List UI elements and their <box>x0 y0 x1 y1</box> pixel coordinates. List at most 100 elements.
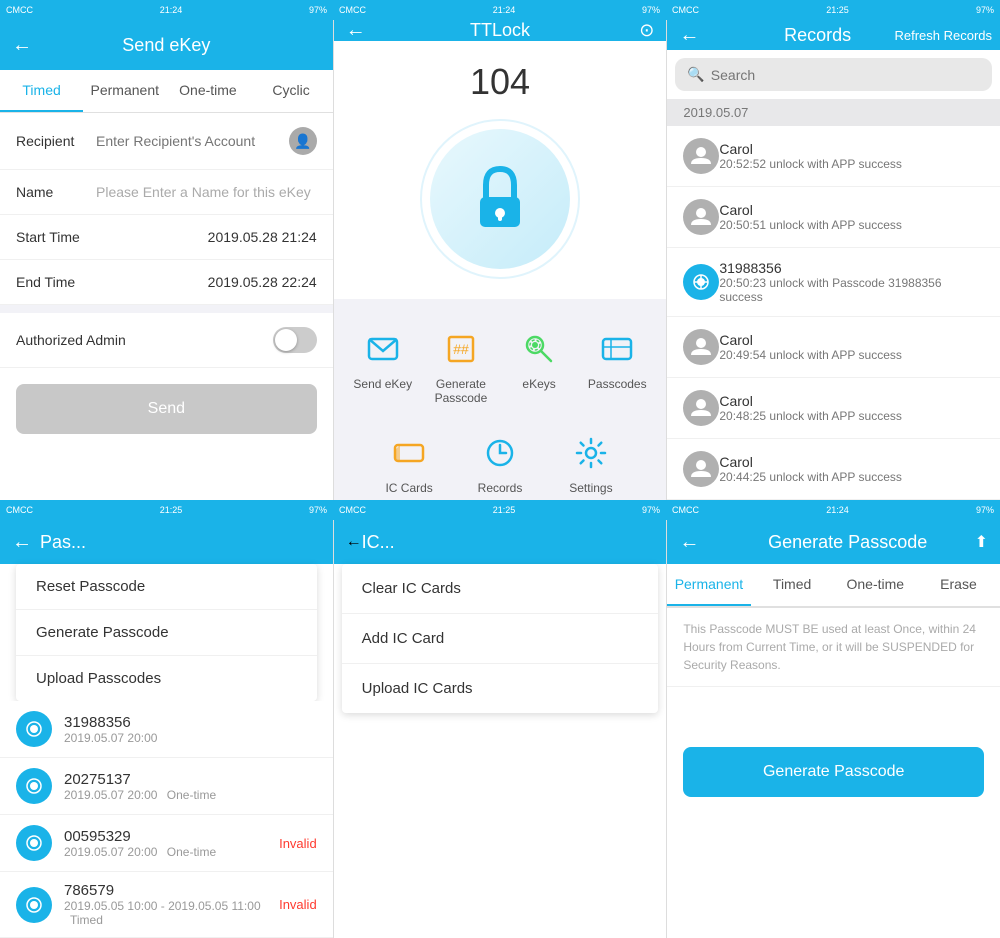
search-bar: 🔍 <box>675 58 992 91</box>
back-button-4[interactable]: ← <box>12 531 32 554</box>
reset-passcode-option[interactable]: Reset Passcode <box>16 564 317 610</box>
record-item-5: Carol 20:48:25 unlock with APP success <box>667 378 1000 439</box>
end-time-row: End Time 2019.05.28 22:24 <box>0 260 333 305</box>
menu-settings-label: Settings <box>569 481 612 495</box>
name-placeholder: Please Enter a Name for this eKey <box>96 184 317 200</box>
send-ekey-panel: ← Send eKey Timed Permanent One-time Cyc… <box>0 20 334 500</box>
tab-one-time-gen[interactable]: One-time <box>834 564 917 606</box>
passcode-list: 31988356 2019.05.07 20:00 20275137 2019.… <box>0 701 333 938</box>
menu-passcodes-label: Passcodes <box>588 377 647 391</box>
record-info-5: Carol 20:48:25 unlock with APP success <box>719 393 984 423</box>
record-item-6: Carol 20:44:25 unlock with APP success <box>667 439 1000 500</box>
record-avatar-6 <box>683 451 719 487</box>
record-item-2: Carol 20:50:51 unlock with APP success <box>667 187 1000 248</box>
menu-settings[interactable]: Settings <box>545 423 636 500</box>
generate-passcode-title: Generate Passcode <box>707 532 988 553</box>
status-bar-5: CMCC 21:25 97% <box>333 500 666 520</box>
back-button-3[interactable]: ← <box>679 24 699 47</box>
tab-timed[interactable]: Timed <box>0 70 83 112</box>
record-info-4: Carol 20:49:54 unlock with APP success <box>719 332 984 362</box>
passcode-info-3: 00595329 2019.05.07 20:00 One-time <box>64 828 279 859</box>
recipient-input[interactable] <box>96 133 289 149</box>
upload-ic-cards-option[interactable]: Upload IC Cards <box>342 664 659 713</box>
search-icon: 🔍 <box>687 66 704 83</box>
clear-ic-cards-option[interactable]: Clear IC Cards <box>342 564 659 614</box>
main-menu-row2: IC Cards Records Settings <box>334 423 667 500</box>
record-name-6: Carol <box>719 454 984 470</box>
status-bar-6: CMCC 21:24 97% <box>666 500 1000 520</box>
ekey-form: Recipient 👤 Name Please Enter a Name for… <box>0 113 333 368</box>
passcode-status-4: Invalid <box>279 897 317 912</box>
records-panel: ← Records Refresh Records 🔍 2019.05.07 C… <box>667 20 1000 500</box>
ekeys-icon <box>517 327 561 371</box>
send-ekey-header: ← Send eKey <box>0 20 333 70</box>
lock-display: 104 <box>334 41 667 299</box>
recipient-icon: 👤 <box>289 127 317 155</box>
passcode-item-4: 786579 2019.05.05 10:00 - 2019.05.05 11:… <box>0 872 333 938</box>
start-time-value: 2019.05.28 21:24 <box>96 229 317 245</box>
menu-generate-passcode-label: Generate Passcode <box>426 377 496 405</box>
settings-icon[interactable]: ⊙ <box>639 20 654 41</box>
tab-permanent[interactable]: Permanent <box>83 70 166 112</box>
tab-erase[interactable]: Erase <box>917 564 1000 606</box>
passcodes-panel: ← Pas... Reset Passcode Generate Passcod… <box>0 520 334 938</box>
menu-generate-passcode[interactable]: ## Generate Passcode <box>422 319 500 413</box>
search-input[interactable] <box>711 67 980 83</box>
record-name-3: 31988356 <box>719 260 984 276</box>
time-5: 21:25 <box>493 505 516 515</box>
passcodes-header: ← Pas... <box>0 520 333 564</box>
tab-one-time[interactable]: One-time <box>166 70 249 112</box>
battery-3: 97% <box>976 5 994 15</box>
record-name-5: Carol <box>719 393 984 409</box>
time-2: 21:24 <box>493 5 516 15</box>
end-time-label: End Time <box>16 274 96 290</box>
export-icon[interactable]: ⬆ <box>975 532 988 552</box>
back-button-6[interactable]: ← <box>679 531 699 554</box>
record-info-1: Carol 20:52:52 unlock with APP success <box>719 141 984 171</box>
add-ic-card-option[interactable]: Add IC Card <box>342 614 659 664</box>
ic-cards-title: IC... <box>362 532 395 553</box>
tab-timed-gen[interactable]: Timed <box>751 564 834 606</box>
record-name-1: Carol <box>719 141 984 157</box>
generate-passcode-button[interactable]: Generate Passcode <box>683 747 984 797</box>
generate-passcode-header: ← Generate Passcode ⬆ <box>667 520 1000 564</box>
battery-5: 97% <box>642 505 660 515</box>
passcodes-title: Pas... <box>40 532 86 553</box>
passcode-date-1: 2019.05.07 20:00 <box>64 731 317 745</box>
back-button-1[interactable]: ← <box>12 34 32 57</box>
carrier-3: CMCC <box>672 5 699 15</box>
tab-permanent[interactable]: Permanent <box>667 564 750 606</box>
passcode-dropdown: Reset Passcode Generate Passcode Upload … <box>16 564 317 701</box>
menu-passcodes[interactable]: Passcodes <box>578 319 656 413</box>
passcode-note: This Passcode MUST BE used at least Once… <box>667 608 1000 687</box>
passcode-info-1: 31988356 2019.05.07 20:00 <box>64 714 317 745</box>
ttlock-panel: ← TTLock ⊙ 104 <box>334 20 668 500</box>
start-time-row: Start Time 2019.05.28 21:24 <box>0 215 333 260</box>
upload-passcodes-option[interactable]: Upload Passcodes <box>16 656 317 701</box>
menu-records[interactable]: Records <box>455 423 546 500</box>
record-avatar-5 <box>683 390 719 426</box>
time-1: 21:24 <box>160 5 183 15</box>
battery-4: 97% <box>309 505 327 515</box>
passcode-icon-2 <box>16 768 52 804</box>
tab-cyclic[interactable]: Cyclic <box>250 70 333 112</box>
back-button-2[interactable]: ← <box>346 20 366 42</box>
send-ekey-icon <box>361 327 405 371</box>
menu-ic-cards[interactable]: IC Cards <box>364 423 455 500</box>
name-row: Name Please Enter a Name for this eKey <box>0 170 333 215</box>
auth-toggle[interactable] <box>273 327 317 353</box>
menu-ekeys[interactable]: eKeys <box>500 319 578 413</box>
auth-row: Authorized Admin <box>0 305 333 368</box>
send-button[interactable]: Send <box>16 384 317 434</box>
generate-passcode-option[interactable]: Generate Passcode <box>16 610 317 656</box>
ekey-tabs: Timed Permanent One-time Cyclic <box>0 70 333 113</box>
passcode-type-tabs: Permanent Timed One-time Erase <box>667 564 1000 608</box>
back-button-5[interactable]: ← <box>346 533 362 551</box>
menu-send-ekey[interactable]: Send eKey <box>344 319 422 413</box>
ic-cards-panel: ← IC... Clear IC Cards Add IC Card Uploa… <box>334 520 668 938</box>
lock-circle <box>420 119 580 279</box>
recipient-label: Recipient <box>16 133 96 149</box>
battery-6: 97% <box>976 505 994 515</box>
record-avatar-2 <box>683 199 719 235</box>
refresh-button[interactable]: Refresh Records <box>894 28 992 43</box>
